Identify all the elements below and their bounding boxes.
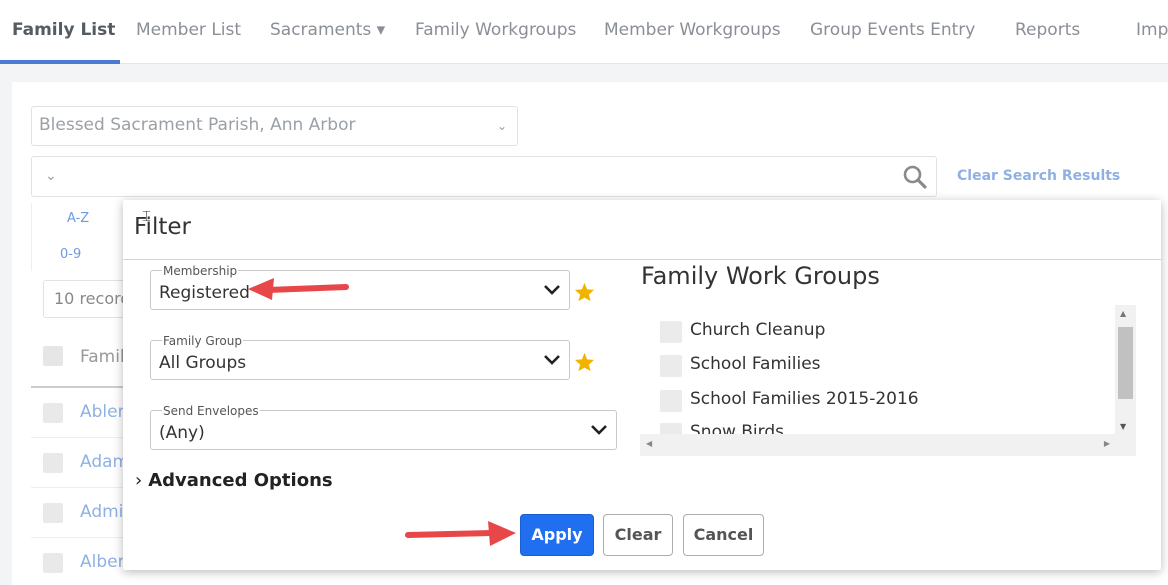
scroll-up-icon[interactable]: ▲ (1120, 309, 1126, 318)
family-row-link[interactable]: Alber (80, 552, 125, 572)
send-envelopes-select[interactable]: Send Envelopes (Any) (150, 404, 617, 450)
records-per-page-select[interactable]: 10 records (43, 280, 133, 318)
alpha-filter-a-z[interactable]: A-Z (67, 211, 89, 226)
send-envelopes-label: Send Envelopes (162, 404, 260, 418)
alpha-filter: A-Z 0-9 (31, 203, 126, 271)
alpha-filter-0-9[interactable]: 0-9 (60, 247, 81, 262)
dialog-divider (123, 259, 1161, 260)
dialog-title: Filter (134, 214, 191, 240)
family-search-input[interactable]: ⌄ (31, 156, 937, 197)
work-group-checkbox[interactable] (660, 321, 682, 343)
arrow-annotation (405, 521, 516, 546)
cancel-button[interactable]: Cancel (683, 514, 764, 556)
row-divider (31, 537, 126, 538)
tab-sacraments[interactable]: Sacraments ▾ (270, 20, 385, 40)
work-group-label: Church Cleanup (690, 320, 826, 340)
tab-family-list[interactable]: Family List (12, 20, 115, 40)
star-icon[interactable] (574, 282, 595, 302)
tab-imp[interactable]: Imp (1136, 20, 1168, 40)
family-row-link[interactable]: Admi (80, 502, 123, 522)
advanced-options-label: Advanced Options (148, 470, 333, 491)
scroll-down-icon[interactable]: ▼ (1120, 422, 1126, 431)
vertical-scrollbar[interactable]: ▲ ▼ (1115, 305, 1136, 434)
membership-select[interactable]: Membership Registered (150, 264, 570, 310)
membership-value: Registered (159, 283, 250, 303)
work-group-checkbox[interactable] (660, 390, 682, 412)
send-envelopes-value: (Any) (159, 423, 205, 443)
tab-group-events-entry[interactable]: Group Events Entry (810, 20, 975, 40)
apply-button[interactable]: Apply (520, 514, 594, 556)
tab-member-list[interactable]: Member List (136, 20, 241, 40)
select-all-checkbox[interactable] (43, 346, 63, 366)
chevron-down-icon (544, 355, 560, 365)
arrow-annotation (248, 278, 349, 300)
scroll-right-icon[interactable]: ▶ (1104, 439, 1110, 448)
row-checkbox[interactable] (43, 403, 63, 423)
search-icon[interactable] (902, 164, 928, 190)
family-row-link[interactable]: Adam (80, 452, 129, 472)
chevron-right-icon: › (135, 470, 143, 491)
star-icon[interactable] (574, 352, 595, 372)
row-checkbox[interactable] (43, 553, 63, 573)
family-row-link[interactable]: Ablen (80, 402, 128, 422)
row-divider (31, 487, 126, 488)
work-group-label: School Families 2015-2016 (690, 389, 919, 409)
family-group-label: Family Group (162, 334, 243, 348)
family-group-select[interactable]: Family Group All Groups (150, 334, 570, 380)
filter-dialog: ⌶ Filter Membership Registered Family Gr… (123, 200, 1161, 570)
membership-label: Membership (162, 264, 239, 278)
header-divider (31, 386, 126, 388)
row-checkbox[interactable] (43, 503, 63, 523)
clear-search-results-link[interactable]: Clear Search Results (957, 168, 1120, 184)
clear-button[interactable]: Clear (603, 514, 673, 556)
active-tab-indicator (0, 60, 120, 64)
tab-family-workgroups[interactable]: Family Workgroups (415, 20, 576, 40)
tab-member-workgroups[interactable]: Member Workgroups (604, 20, 781, 40)
scroll-left-icon[interactable]: ◀ (646, 439, 652, 448)
family-group-value: All Groups (159, 353, 247, 373)
chevron-down-icon (544, 285, 560, 295)
advanced-options-toggle[interactable]: › Advanced Options (135, 470, 333, 491)
row-divider (31, 437, 126, 438)
horizontal-scrollbar[interactable]: ◀ ▶ (640, 434, 1136, 456)
scrollbar-thumb[interactable] (1118, 327, 1133, 399)
parish-select-value: Blessed Sacrament Parish, Ann Arbor (39, 115, 356, 135)
chevron-down-icon: ⌄ (496, 119, 507, 133)
row-checkbox[interactable] (43, 453, 63, 473)
parish-select[interactable]: Blessed Sacrament Parish, Ann Arbor ⌄ (31, 106, 518, 146)
chevron-down-icon[interactable]: ⌄ (45, 168, 57, 184)
chevron-down-icon (591, 425, 607, 435)
work-group-checkbox[interactable] (660, 355, 682, 377)
family-work-groups-title: Family Work Groups (641, 262, 880, 290)
top-nav: Family List Member List Sacraments ▾ Fam… (0, 0, 1168, 64)
tab-reports[interactable]: Reports (1015, 20, 1080, 40)
work-group-label: School Families (690, 354, 821, 374)
